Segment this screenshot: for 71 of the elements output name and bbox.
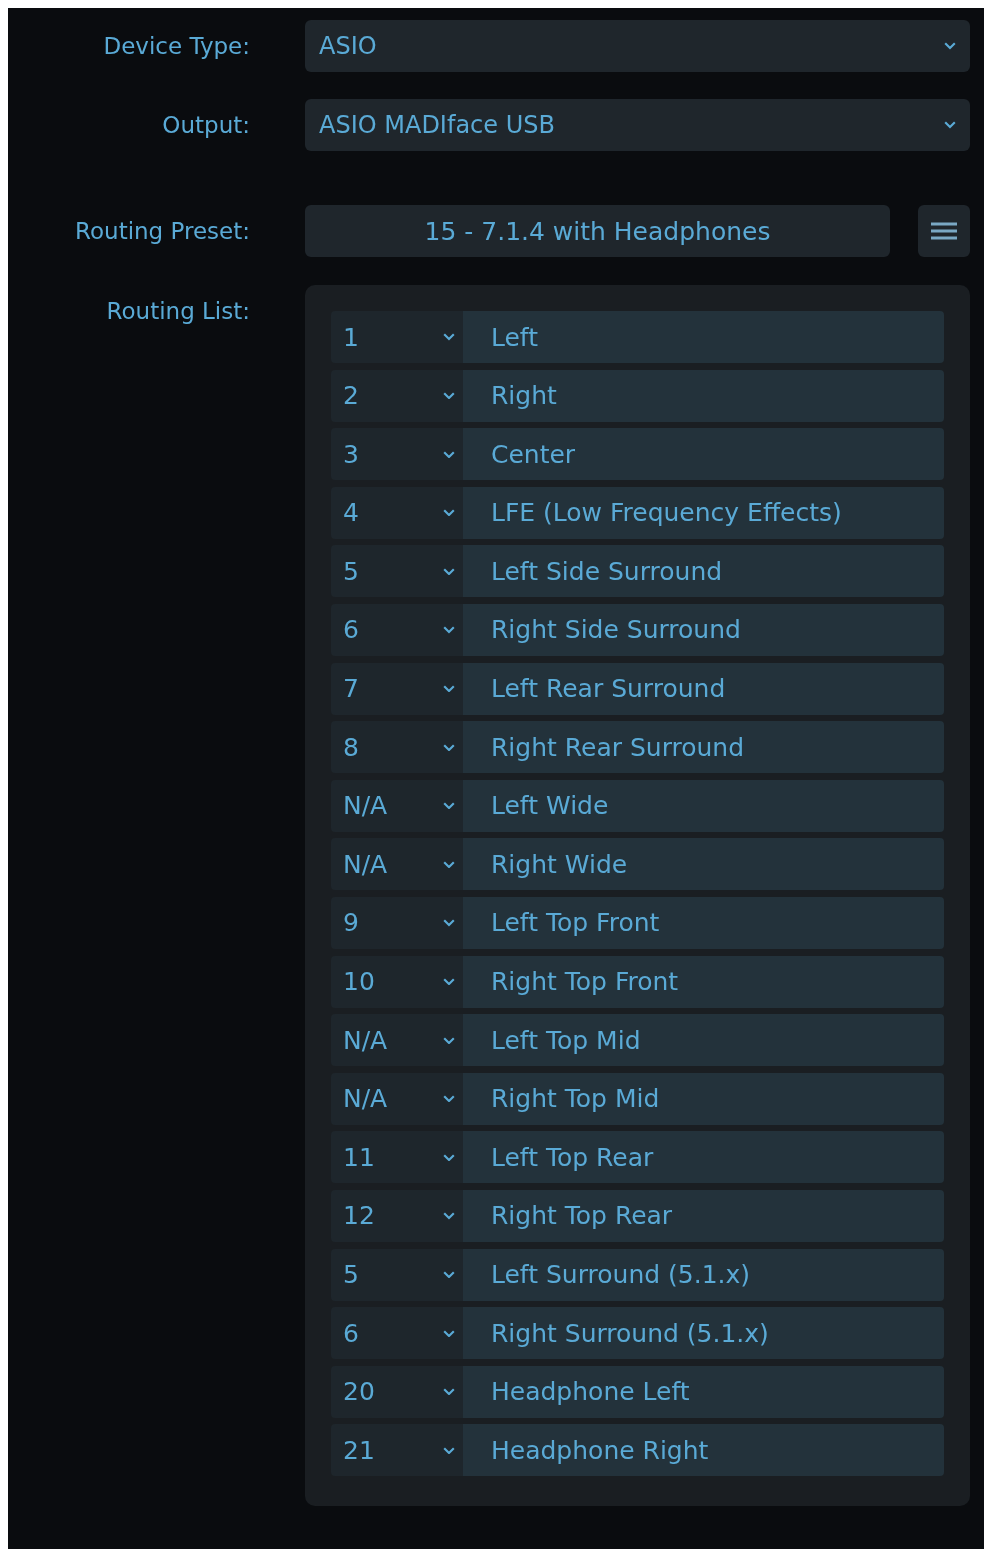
channel-dropdown[interactable]: 20 xyxy=(331,1365,463,1418)
channel-dropdown[interactable]: N/A xyxy=(331,779,463,832)
channel-name: Left Top Rear xyxy=(463,1131,944,1184)
chevron-down-icon xyxy=(443,450,455,458)
channel-dropdown[interactable]: N/A xyxy=(331,1014,463,1067)
channel-name: Right Surround (5.1.x) xyxy=(463,1307,944,1360)
channel-name: Left Surround (5.1.x) xyxy=(463,1248,944,1301)
chevron-down-icon xyxy=(443,684,455,693)
routing-preset-button[interactable]: 15 - 7.1.4 with Headphones xyxy=(305,205,890,257)
channel-name: Right Top Rear xyxy=(463,1189,944,1242)
chevron-down-icon xyxy=(443,1329,455,1337)
channel-dropdown[interactable]: 9 xyxy=(331,896,463,949)
menu-icon xyxy=(931,221,957,241)
channel-name: Right Wide xyxy=(463,838,944,891)
channel-dropdown[interactable]: 3 xyxy=(331,428,463,481)
channel-name: Right xyxy=(463,369,944,422)
channel-dropdown[interactable]: 5 xyxy=(331,1248,463,1301)
channel-name: LFE (Low Frequency Effects) xyxy=(463,486,944,539)
output-dropdown[interactable]: ASIO MADIface USB xyxy=(305,99,970,151)
channel-name: Left Rear Surround xyxy=(463,662,944,715)
chevron-down-icon xyxy=(443,919,455,927)
channel-name: Right Top Front xyxy=(463,955,944,1008)
channel-name: Right Rear Surround xyxy=(463,721,944,774)
menu-button[interactable] xyxy=(918,205,970,257)
chevron-down-icon xyxy=(443,743,455,751)
channel-name: Left Top Mid xyxy=(463,1014,944,1067)
field-label: Output: xyxy=(161,111,250,140)
channel-dropdown[interactable]: 6 xyxy=(331,1307,463,1360)
channel-name: Left xyxy=(463,311,944,363)
chevron-down-icon xyxy=(443,626,455,634)
chevron-down-icon xyxy=(443,392,455,400)
channel-dropdown[interactable]: 12 xyxy=(331,1189,463,1242)
channel-dropdown[interactable]: 21 xyxy=(331,1424,463,1477)
channel-name: Headphone Left xyxy=(463,1365,944,1418)
device-type-dropdown[interactable]: ASIO xyxy=(305,20,970,72)
chevron-down-icon xyxy=(443,1446,455,1454)
field-label: Routing List: xyxy=(105,297,250,326)
chevron-down-icon xyxy=(944,42,956,50)
chevron-down-icon xyxy=(443,1212,455,1220)
channel-dropdown[interactable]: 5 xyxy=(331,545,463,598)
chevron-down-icon xyxy=(443,333,455,341)
chevron-down-icon xyxy=(443,1036,455,1044)
chevron-down-icon xyxy=(443,1270,455,1279)
chevron-down-icon xyxy=(443,1388,455,1396)
channel-name: Left Side Surround xyxy=(463,545,944,598)
channel-name: Right Top Mid xyxy=(463,1072,944,1125)
channel-dropdown[interactable]: N/A xyxy=(331,1072,463,1125)
channel-dropdown[interactable]: 7 xyxy=(331,662,463,715)
chevron-down-icon xyxy=(443,567,455,575)
chevron-down-icon xyxy=(443,860,455,868)
channel-name: Left Top Front xyxy=(463,896,944,949)
channel-dropdown[interactable]: 4 xyxy=(331,486,463,539)
chevron-down-icon xyxy=(944,121,956,129)
channel-dropdown[interactable]: 10 xyxy=(331,955,463,1008)
channel-name: Center xyxy=(463,428,944,481)
channel-dropdown[interactable]: N/A xyxy=(331,838,463,891)
chevron-down-icon xyxy=(443,977,455,986)
chevron-down-icon xyxy=(443,509,455,517)
chevron-down-icon xyxy=(443,1095,455,1103)
channel-name: Left Wide xyxy=(463,779,944,832)
chevron-down-icon xyxy=(443,802,455,810)
channel-dropdown[interactable]: 11 xyxy=(331,1131,463,1184)
chevron-down-icon xyxy=(443,1153,455,1161)
channel-name: Right Side Surround xyxy=(463,603,944,656)
channel-dropdown[interactable]: 1 xyxy=(331,311,463,363)
field-label: Device Type: xyxy=(102,32,250,61)
channel-dropdown[interactable]: 2 xyxy=(331,369,463,422)
channel-dropdown[interactable]: 6 xyxy=(331,603,463,656)
channel-name: Headphone Right xyxy=(463,1424,944,1477)
channel-dropdown[interactable]: 8 xyxy=(331,721,463,774)
field-label: Routing Preset: xyxy=(74,217,250,246)
